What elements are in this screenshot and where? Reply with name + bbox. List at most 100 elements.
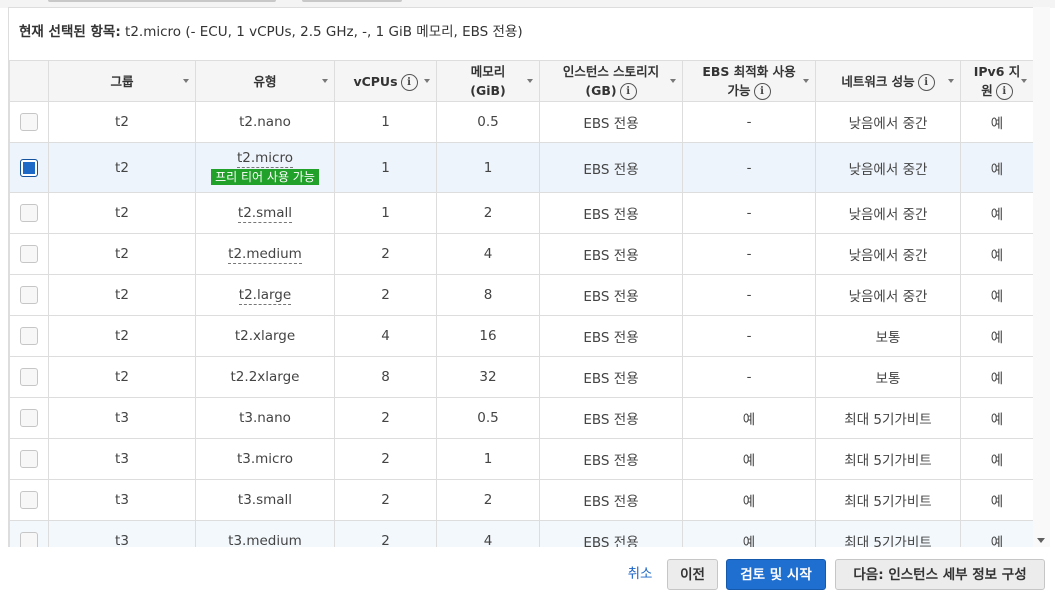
info-icon[interactable]: i — [753, 83, 771, 100]
table-row[interactable]: t2 t2.medium 2 4 EBS 전용 - 낮음에서 중간 예 — [9, 233, 1033, 275]
sort-caret-icon[interactable] — [183, 79, 189, 83]
cell-storage: EBS 전용 — [539, 520, 683, 548]
row-checkbox[interactable] — [20, 286, 38, 304]
table-header-row: 그룹 유형 vCPUs i 메모리 (GiB) 인스턴스 스토리지 (GB) i EBS… — [9, 60, 1033, 102]
cell-type: t2.medium — [195, 233, 335, 275]
cell-vcpus: 4 — [334, 315, 437, 357]
header-group[interactable]: 그룹 — [48, 60, 196, 102]
cell-storage: EBS 전용 — [539, 397, 683, 439]
cell-ebs: - — [682, 274, 816, 316]
cell-ebs: 예 — [682, 520, 816, 548]
cell-ebs: 예 — [682, 438, 816, 480]
sort-caret-icon[interactable] — [948, 79, 954, 83]
row-checkbox[interactable] — [20, 532, 38, 548]
row-checkbox[interactable] — [20, 368, 38, 386]
table-row[interactable]: t2 t2.small 1 2 EBS 전용 - 낮음에서 중간 예 — [9, 192, 1033, 234]
header-type[interactable]: 유형 — [195, 60, 335, 102]
cell-network: 최대 5기가비트 — [815, 438, 961, 480]
table-row[interactable]: t3 t3.medium 2 4 EBS 전용 예 최대 5기가비트 예 — [9, 520, 1033, 548]
sort-caret-icon[interactable] — [670, 79, 676, 83]
cell-network: 최대 5기가비트 — [815, 479, 961, 521]
info-icon[interactable]: i — [917, 73, 935, 91]
header-instance-storage[interactable]: 인스턴스 스토리지 (GB) i — [539, 60, 683, 102]
table-row-selected[interactable]: t2 t2.micro 프리 티어 사용 가능 1 1 EBS 전용 - 낮음에… — [9, 142, 1033, 193]
table-row[interactable]: t2 t2.xlarge 4 16 EBS 전용 - 보통 예 — [9, 315, 1033, 357]
info-icon[interactable]: i — [619, 83, 637, 100]
free-tier-badge: 프리 티어 사용 가능 — [211, 168, 319, 185]
table-row[interactable]: t2 t2.large 2 8 EBS 전용 - 낮음에서 중간 예 — [9, 274, 1033, 316]
cell-storage: EBS 전용 — [539, 101, 683, 143]
cancel-button[interactable]: 취소 — [620, 559, 660, 590]
previous-button[interactable]: 이전 — [667, 559, 718, 590]
cell-ipv6: 예 — [960, 520, 1033, 548]
cell-network: 보통 — [815, 356, 961, 398]
table-row[interactable]: t3 t3.nano 2 0.5 EBS 전용 예 최대 5기가비트 예 — [9, 397, 1033, 439]
header-ebs-optimized[interactable]: EBS 최적화 사용 가능 i — [682, 60, 816, 102]
sort-caret-icon[interactable] — [1021, 79, 1027, 83]
cell-storage: EBS 전용 — [539, 192, 683, 234]
type-link[interactable]: t2.micro — [236, 149, 293, 168]
row-checkbox[interactable] — [20, 245, 38, 263]
row-checkbox[interactable] — [20, 450, 38, 468]
table-row[interactable]: t3 t3.small 2 2 EBS 전용 예 최대 5기가비트 예 — [9, 479, 1033, 521]
type-link[interactable]: t2.small — [237, 205, 293, 223]
cell-vcpus: 2 — [334, 438, 437, 480]
review-and-launch-button[interactable]: 검토 및 시작 — [726, 559, 826, 590]
table-row[interactable]: t2 t2.nano 1 0.5 EBS 전용 - 낮음에서 중간 예 — [9, 101, 1033, 143]
cell-storage: EBS 전용 — [539, 356, 683, 398]
table-scrollbar[interactable] — [1033, 7, 1050, 547]
cell-memory: 16 — [436, 315, 540, 357]
cell-type: t2.large — [195, 274, 335, 316]
type-link[interactable]: t2.medium — [228, 246, 302, 264]
cell-vcpus: 1 — [334, 101, 437, 143]
cell-ipv6: 예 — [960, 142, 1033, 193]
cell-network: 낮음에서 중간 — [815, 142, 961, 193]
cell-network: 최대 5기가비트 — [815, 397, 961, 439]
cell-type: t2.micro 프리 티어 사용 가능 — [195, 142, 335, 193]
cell-memory: 4 — [436, 233, 540, 275]
sort-caret-icon[interactable] — [803, 79, 809, 83]
cell-ipv6: 예 — [960, 192, 1033, 234]
type-link[interactable]: t2.large — [238, 287, 292, 305]
row-checkbox[interactable] — [20, 113, 38, 131]
cell-memory: 32 — [436, 356, 540, 398]
cell-storage: EBS 전용 — [539, 142, 683, 193]
cell-group: t2 — [48, 274, 196, 316]
cell-ipv6: 예 — [960, 397, 1033, 439]
cell-ebs: - — [682, 356, 816, 398]
next-configure-instance-button[interactable]: 다음: 인스턴스 세부 정보 구성 — [835, 559, 1045, 590]
cell-type: t3.small — [195, 479, 335, 521]
cell-group: t3 — [48, 438, 196, 480]
info-icon[interactable]: i — [995, 83, 1013, 100]
cell-ebs: - — [682, 192, 816, 234]
table-row[interactable]: t2 t2.2xlarge 8 32 EBS 전용 - 보통 예 — [9, 356, 1033, 398]
row-checkbox[interactable] — [20, 327, 38, 345]
scroll-down-arrow-icon[interactable] — [1037, 538, 1045, 543]
row-checkbox-checked[interactable] — [20, 158, 38, 177]
cell-network: 낮음에서 중간 — [815, 274, 961, 316]
sort-caret-icon[interactable] — [527, 79, 533, 83]
header-network-performance[interactable]: 네트워크 성능 i — [815, 60, 961, 102]
cell-ipv6: 예 — [960, 479, 1033, 521]
header-vcpus[interactable]: vCPUs i — [334, 60, 437, 102]
cell-ebs: - — [682, 142, 816, 193]
sort-caret-icon[interactable] — [322, 79, 328, 83]
row-checkbox[interactable] — [20, 491, 38, 509]
header-memory[interactable]: 메모리 (GiB) — [436, 60, 540, 102]
top-tab[interactable] — [48, 0, 276, 2]
cell-vcpus: 8 — [334, 356, 437, 398]
cell-network: 최대 5기가비트 — [815, 520, 961, 548]
row-checkbox[interactable] — [20, 204, 38, 222]
instance-type-table: 그룹 유형 vCPUs i 메모리 (GiB) 인스턴스 스토리지 (GB) i EBS… — [9, 60, 1033, 548]
table-row[interactable]: t3 t3.micro 2 1 EBS 전용 예 최대 5기가비트 예 — [9, 438, 1033, 480]
sort-caret-icon[interactable] — [424, 79, 430, 83]
row-checkbox[interactable] — [20, 409, 38, 427]
cell-group: t2 — [48, 356, 196, 398]
cell-memory: 8 — [436, 274, 540, 316]
cell-ebs: - — [682, 101, 816, 143]
top-tab[interactable] — [302, 0, 402, 2]
header-ipv6[interactable]: IPv6 지원i — [960, 60, 1033, 102]
cell-ipv6: 예 — [960, 101, 1033, 143]
info-icon[interactable]: i — [400, 73, 418, 91]
cell-ipv6: 예 — [960, 233, 1033, 275]
